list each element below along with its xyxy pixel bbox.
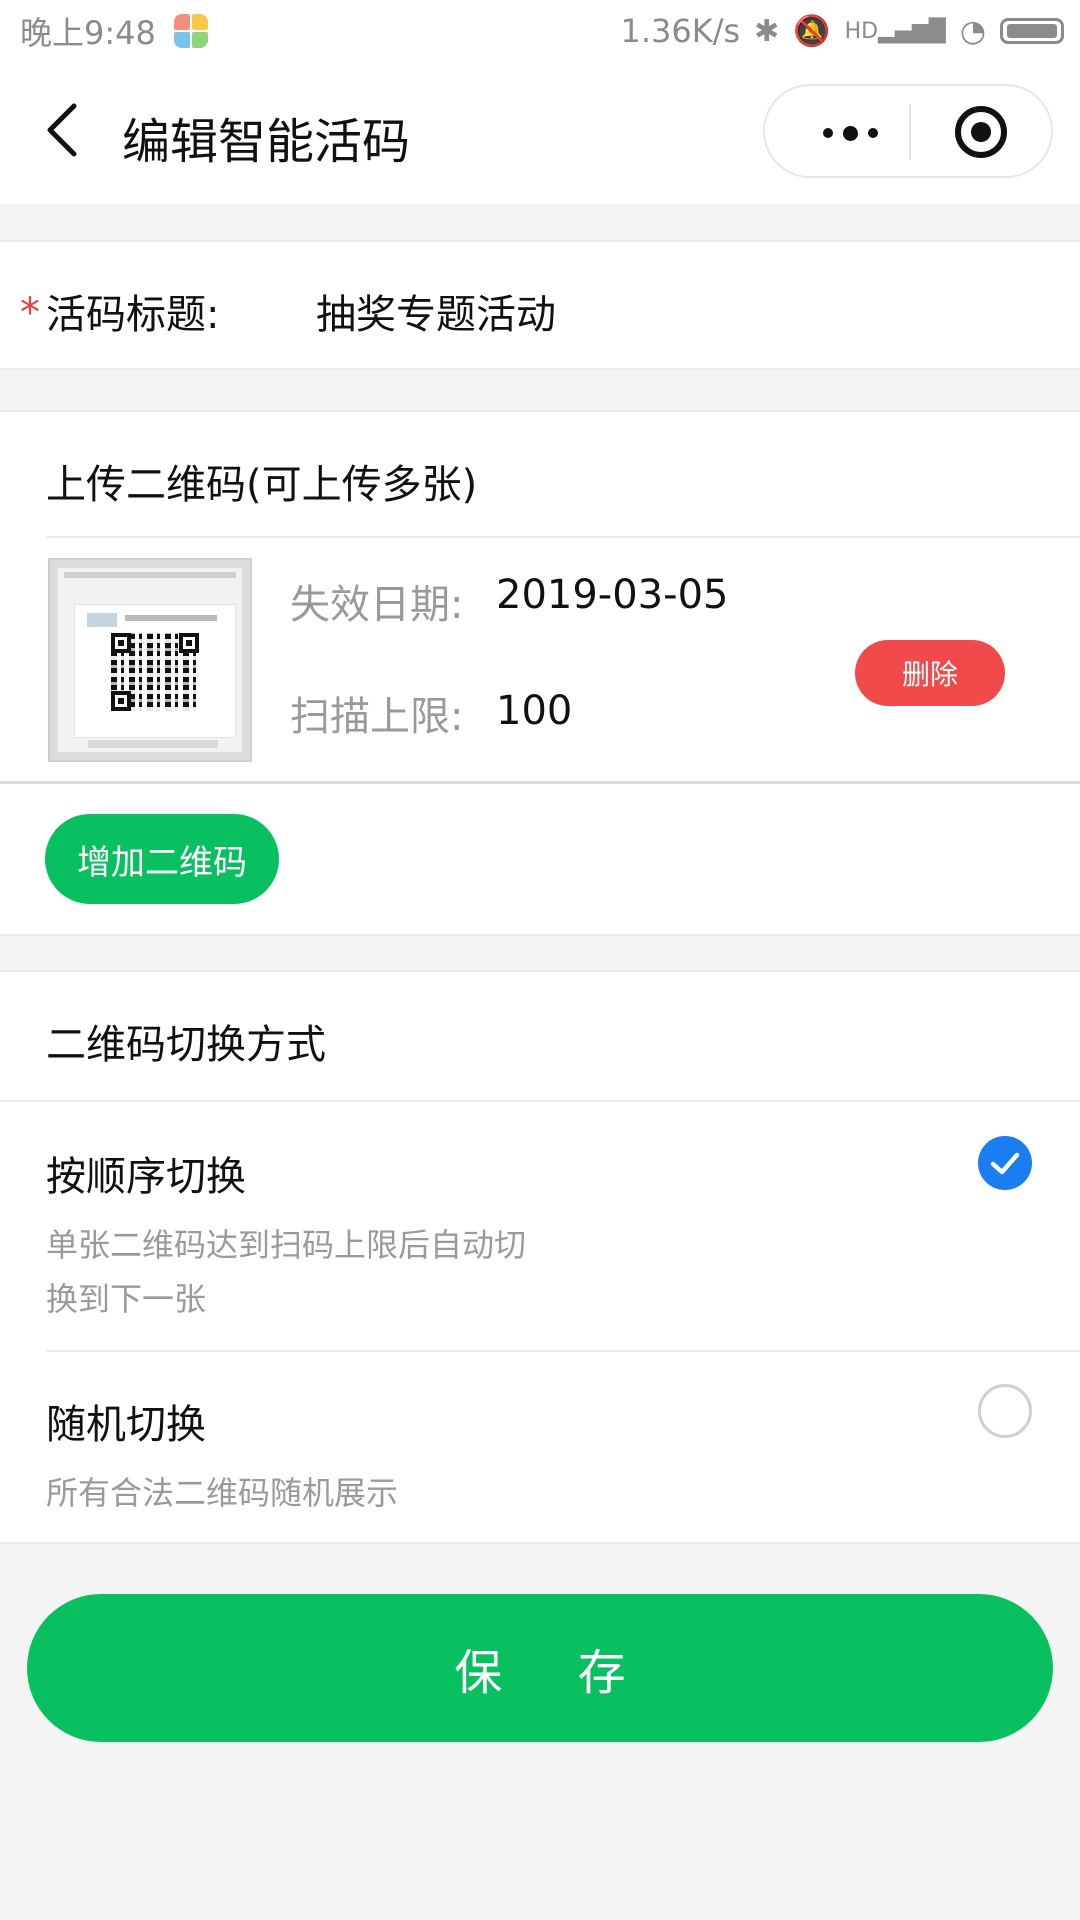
add-qr-button[interactable]: 增加二维码: [45, 814, 279, 904]
status-bar: 晚上9:48 1.36K/s ✱ 🔕 HD▂▄▆█ ◔: [0, 0, 1080, 62]
option-description: 单张二维码达到扫码上限后自动切换到下一张: [46, 1226, 527, 1318]
signal-icon: HD▂▄▆█: [844, 18, 946, 44]
option-title: 随机切换: [46, 1402, 206, 1448]
checkmark-icon: [990, 1152, 1020, 1175]
expire-label: 失效日期:: [290, 582, 464, 628]
option-description: 所有合法二维码随机展示: [46, 1474, 399, 1512]
qr-item: 失效日期: 2019-03-05 扫描上限: 100 删除: [0, 538, 1080, 784]
close-miniprogram-button[interactable]: [955, 106, 1007, 158]
more-dot-icon: [867, 128, 878, 138]
nav-bar: 编辑智能活码: [0, 62, 1080, 204]
radio-unchecked[interactable]: [978, 1384, 1032, 1438]
title-label: 活码标题:: [46, 292, 220, 338]
back-button[interactable]: [36, 100, 96, 160]
bluetooth-icon: ✱: [754, 13, 780, 49]
qr-thumbnail[interactable]: [48, 558, 252, 762]
option-title: 按顺序切换: [46, 1154, 246, 1200]
more-dot-icon: [842, 125, 858, 141]
radio-checked[interactable]: [978, 1136, 1032, 1190]
app-notification-icon: [173, 14, 208, 48]
divider: [0, 1100, 1080, 1102]
title-field-row: * 活码标题: 抽奖专题活动: [0, 240, 1080, 370]
qr-code-image: [111, 633, 199, 711]
title-input[interactable]: 抽奖专题活动: [316, 282, 556, 340]
required-mark: *: [20, 290, 40, 336]
mute-bell-icon: 🔕: [793, 13, 831, 49]
more-dot-icon: [822, 128, 833, 138]
page-title: 编辑智能活码: [122, 114, 411, 170]
network-speed: 1.36K/s: [620, 12, 741, 50]
scan-limit-value[interactable]: 100: [496, 688, 572, 734]
chevron-left-icon: [47, 103, 77, 157]
miniprogram-capsule: [763, 84, 1053, 178]
more-button[interactable]: [805, 108, 895, 158]
switch-mode-heading: 二维码切换方式: [46, 1022, 326, 1068]
switch-mode-section: 二维码切换方式 按顺序切换 单张二维码达到扫码上限后自动切换到下一张 随机切换 …: [0, 970, 1080, 1544]
status-time: 晚上9:48: [20, 14, 156, 52]
expire-value[interactable]: 2019-03-05: [496, 572, 728, 618]
upload-heading: 上传二维码(可上传多张): [46, 462, 478, 508]
delete-button[interactable]: 删除: [855, 640, 1005, 706]
save-button[interactable]: 保 存: [27, 1594, 1053, 1742]
divider: [46, 1350, 1080, 1352]
wifi-icon: ◔: [959, 13, 986, 49]
upload-section: 上传二维码(可上传多张) 失效日期: 2019-03-05 扫描上限: 100 …: [0, 410, 1080, 936]
scan-limit-label: 扫描上限:: [290, 694, 464, 740]
hd-label: HD: [844, 18, 879, 44]
battery-icon: [1000, 18, 1064, 44]
capsule-divider: [909, 104, 911, 160]
